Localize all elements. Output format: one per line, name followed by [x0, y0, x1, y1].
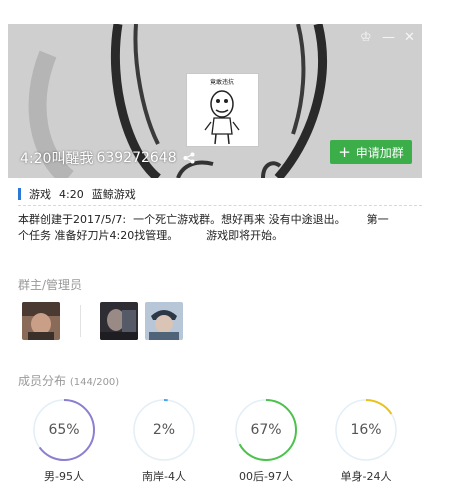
- group-description: 本群创建于2017/5/7: 一个死亡游戏群。想好再来 没有中途退出。 第一 个…: [18, 213, 389, 242]
- stat-percent: 65%: [48, 422, 80, 438]
- stat-age[interactable]: 67% 00后-97人: [234, 398, 298, 484]
- join-group-label: 申请加群: [355, 145, 404, 160]
- stat-percent: 16%: [350, 422, 382, 438]
- tag-item[interactable]: 4:20: [59, 188, 84, 201]
- skin-icon[interactable]: ♔: [360, 30, 372, 45]
- stat-percent: 67%: [250, 422, 282, 438]
- tag-divider: [18, 205, 422, 206]
- stat-ring: 67%: [234, 398, 298, 462]
- minimize-icon[interactable]: —: [382, 30, 395, 45]
- group-avatar[interactable]: 竟敢违抗: [186, 73, 259, 147]
- group-tags: 游戏 4:20 蓝鲸游戏: [18, 186, 136, 202]
- group-id: 639272648: [96, 150, 177, 166]
- manager-avatar-2[interactable]: [145, 302, 183, 340]
- stat-label: 单身-24人: [340, 470, 392, 483]
- members-count: (144/200): [69, 377, 120, 388]
- manager-avatar-1[interactable]: [100, 302, 138, 340]
- stat-percent: 2%: [152, 422, 176, 438]
- plus-icon: +: [338, 142, 351, 161]
- members-title: 成员分布: [18, 374, 67, 388]
- tag-item[interactable]: 蓝鲸游戏: [92, 186, 136, 202]
- tag-item[interactable]: 游戏: [29, 186, 51, 202]
- stat-ring: 2%: [132, 398, 196, 462]
- tag-accent-bar: [18, 188, 21, 200]
- stat-single[interactable]: 16% 单身-24人: [334, 398, 398, 484]
- stat-label: 男-95人: [44, 470, 84, 483]
- close-icon[interactable]: ✕: [404, 30, 415, 45]
- group-name: 4:20叫醒我: [20, 151, 94, 167]
- stat-label: 南岸-4人: [142, 470, 186, 483]
- members-section-title: 成员分布 (144/200): [18, 372, 119, 389]
- stat-ring: 65%: [32, 398, 96, 462]
- stat-ring: 16%: [334, 398, 398, 462]
- share-icon[interactable]: [183, 152, 195, 164]
- admins-section-title: 群主/管理员: [18, 278, 83, 292]
- group-banner: 竟敢违抗 ♔ — ✕ 4:20叫醒我 639272648 + 申请加群: [8, 24, 422, 178]
- stat-label: 00后-97人: [239, 470, 293, 483]
- stat-gender[interactable]: 65% 男-95人: [32, 398, 96, 484]
- admin-divider: [80, 305, 81, 337]
- owner-avatar[interactable]: [22, 302, 60, 340]
- avatar-caption: 竟敢违抗: [210, 78, 234, 86]
- join-group-button[interactable]: + 申请加群: [330, 140, 412, 164]
- meme-face-image: 竟敢违抗: [204, 78, 240, 145]
- group-title: 4:20叫醒我 639272648: [20, 148, 195, 168]
- stat-region[interactable]: 2% 南岸-4人: [132, 398, 196, 484]
